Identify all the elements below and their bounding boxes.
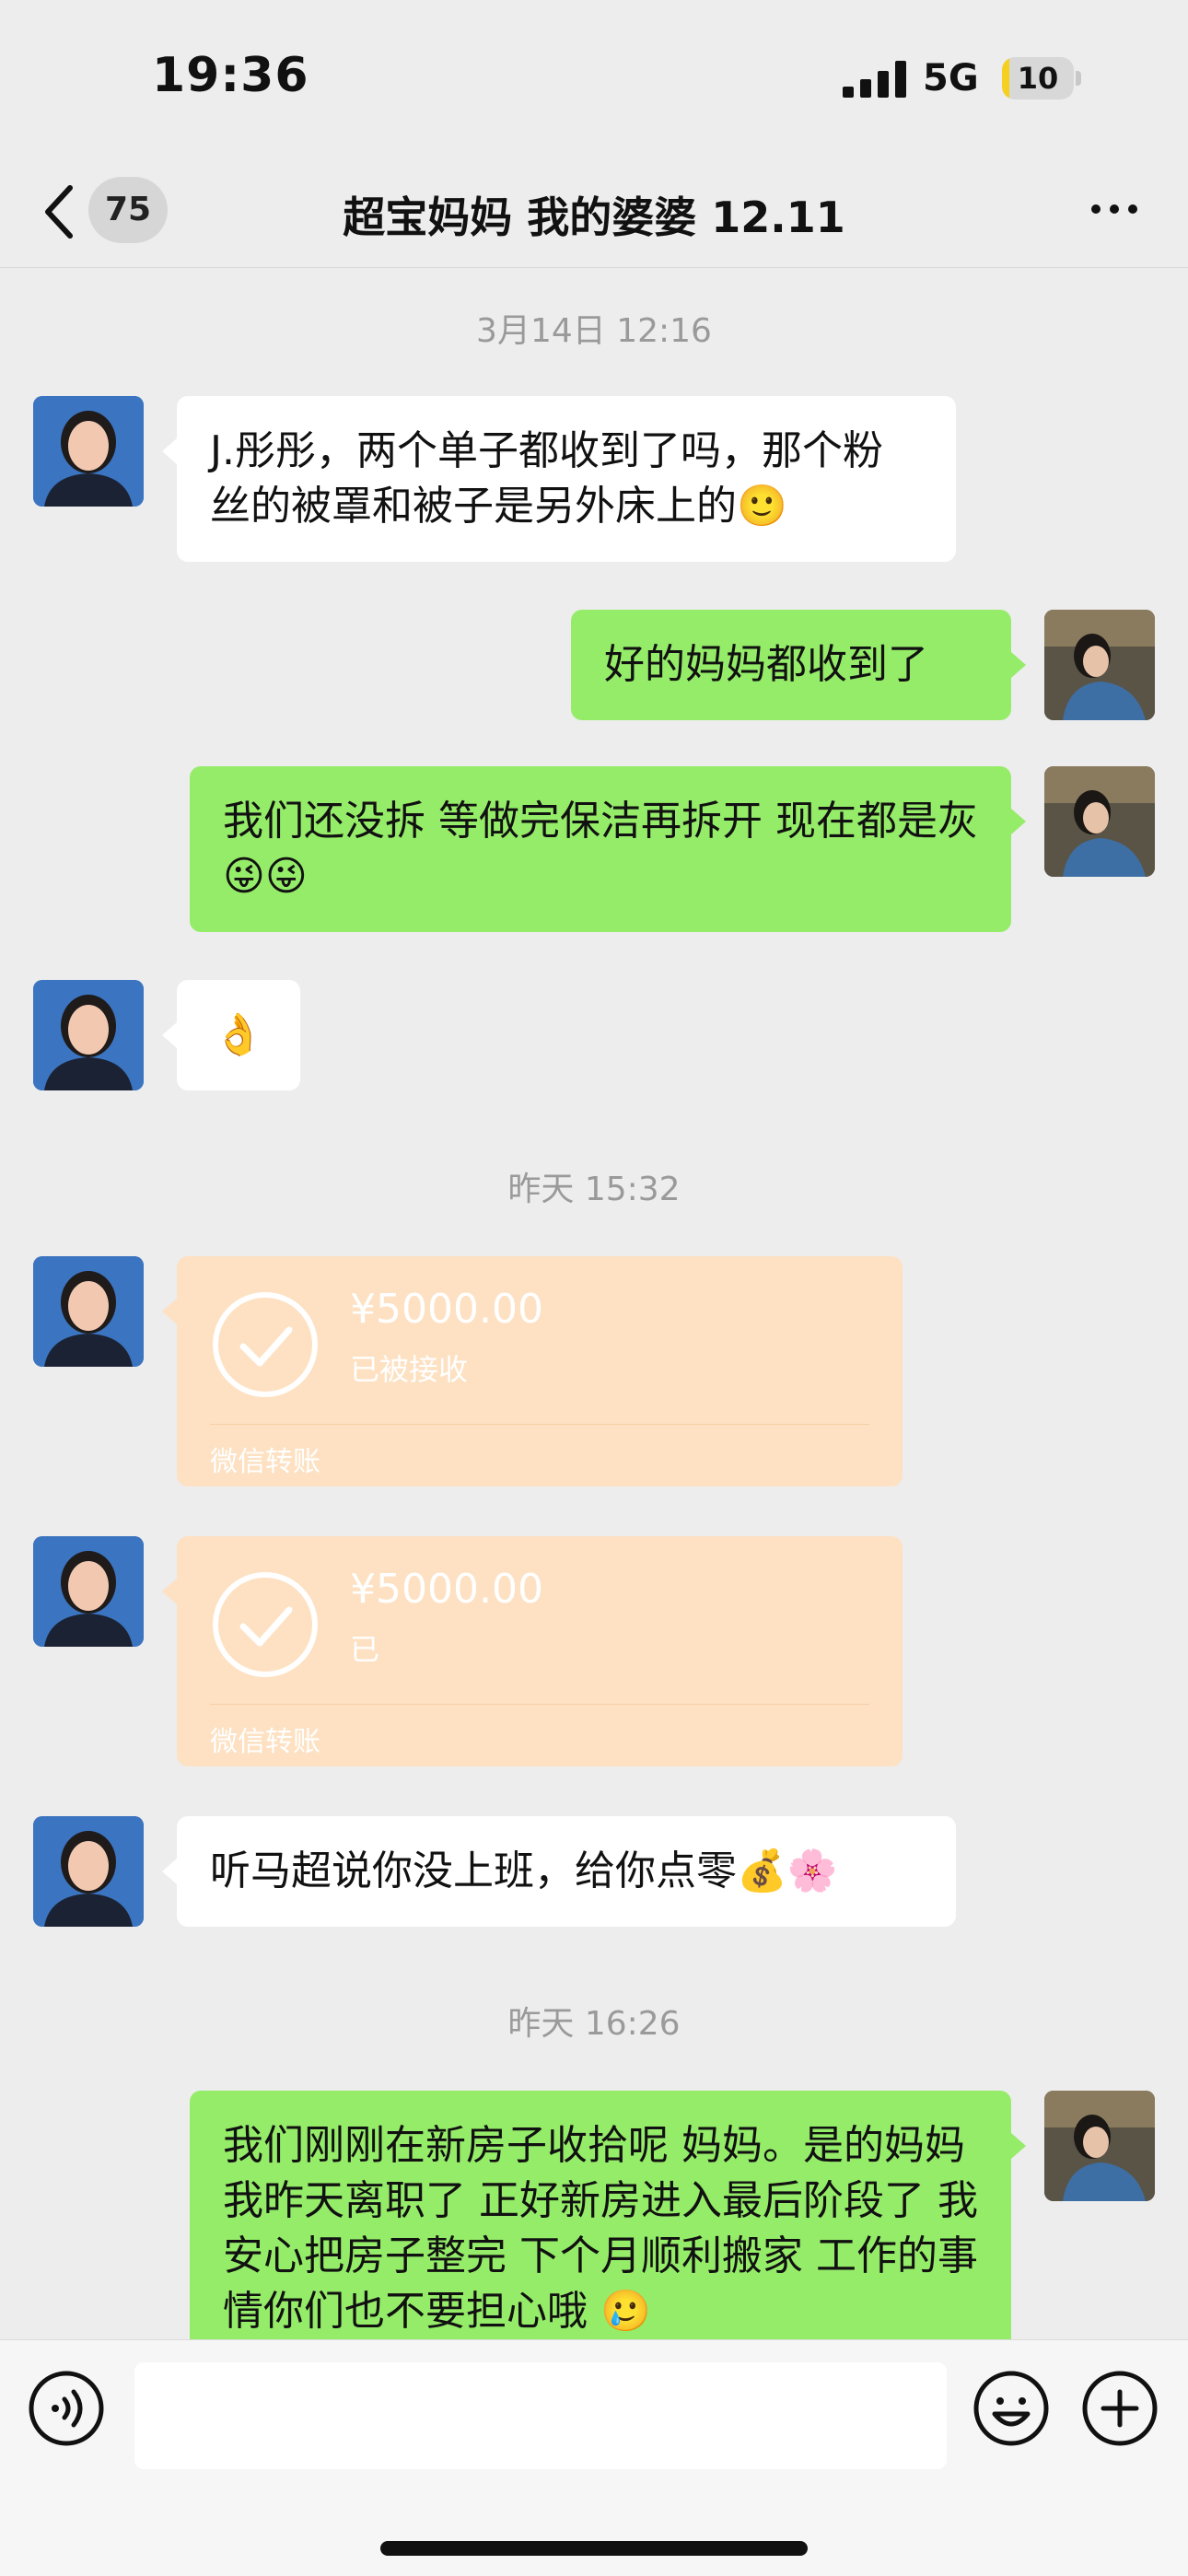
avatar-mom[interactable]: [33, 1816, 144, 1927]
person-avatar-icon: [33, 1816, 144, 1927]
plus-circle-icon[interactable]: [1081, 2370, 1159, 2447]
avatar-me[interactable]: [1044, 2091, 1155, 2201]
transfer-card[interactable]: ¥5000.00 已 微信转账: [162, 1536, 903, 1766]
chat-header: 75 超宝妈妈 我的婆婆 12.11: [0, 157, 1188, 268]
timestamp: 3月14日 12:16: [476, 312, 712, 350]
divider: [210, 1424, 869, 1425]
message-bubble-sent[interactable]: 我们刚刚在新房子收拾呢 妈妈。是的妈妈 我昨天离职了 正好新房进入最后阶段了 我…: [190, 2091, 1026, 2367]
timestamp: 昨天 15:32: [507, 1171, 681, 1208]
avatar-mom[interactable]: [33, 1256, 144, 1367]
home-indicator[interactable]: [380, 2541, 808, 2556]
person-avatar-icon: [1044, 610, 1155, 720]
emoji-smile-icon[interactable]: [973, 2370, 1050, 2447]
message-input[interactable]: [134, 2362, 947, 2469]
network-label: 5G: [923, 57, 979, 99]
transfer-status: 已被接收: [350, 1352, 469, 1387]
transfer-card[interactable]: ¥5000.00 已被接收 微信转账: [162, 1256, 903, 1486]
message-bubble-received[interactable]: 👌: [162, 980, 300, 1090]
avatar-mom[interactable]: [33, 1536, 144, 1647]
signal-icon: [843, 61, 906, 98]
battery-level: 10: [1017, 61, 1059, 96]
voice-icon[interactable]: [28, 2370, 105, 2447]
message-bubble-sent[interactable]: 好的妈妈都收到了: [571, 610, 1026, 720]
avatar-mom[interactable]: [33, 396, 144, 507]
person-avatar-icon: [33, 396, 144, 507]
transfer-amount: ¥5000.00: [350, 1286, 543, 1333]
person-avatar-icon: [1044, 2091, 1155, 2201]
person-avatar-icon: [33, 980, 144, 1090]
check-circle-icon: [213, 1292, 318, 1397]
message-bubble-received[interactable]: J.彤彤，两个单子都收到了吗，那个粉丝的被罩和被子是另外床上的🙂: [162, 396, 956, 562]
input-bar: [0, 2339, 1188, 2576]
chevron-left-icon[interactable]: [41, 182, 77, 241]
more-dots-icon[interactable]: [1087, 195, 1142, 223]
clock: 19:36: [152, 48, 309, 103]
message-bubble-sent[interactable]: 我们还没拆 等做完保洁再拆开 现在都是灰😜😜: [190, 766, 1026, 932]
person-avatar-icon: [33, 1256, 144, 1367]
transfer-amount: ¥5000.00: [350, 1566, 543, 1613]
battery-tip: [1076, 71, 1081, 86]
check-circle-icon: [213, 1572, 318, 1677]
battery-icon: 10: [1002, 57, 1074, 99]
message-bubble-received[interactable]: 听马超说你没上班，给你点零💰🌸: [162, 1816, 956, 1927]
timestamp: 昨天 16:26: [507, 2005, 681, 2043]
status-bar: 19:36 5G 10: [0, 0, 1188, 157]
person-avatar-icon: [33, 1536, 144, 1647]
chat-title: 超宝妈妈 我的婆婆 12.11: [343, 192, 845, 242]
avatar-me[interactable]: [1044, 610, 1155, 720]
transfer-label: 微信转账: [210, 1446, 320, 1478]
unread-count-badge[interactable]: 75: [88, 177, 168, 243]
person-avatar-icon: [1044, 766, 1155, 877]
avatar-me[interactable]: [1044, 766, 1155, 877]
transfer-status: 已: [350, 1632, 380, 1667]
transfer-label: 微信转账: [210, 1726, 320, 1758]
divider: [210, 1704, 869, 1705]
avatar-mom[interactable]: [33, 980, 144, 1090]
